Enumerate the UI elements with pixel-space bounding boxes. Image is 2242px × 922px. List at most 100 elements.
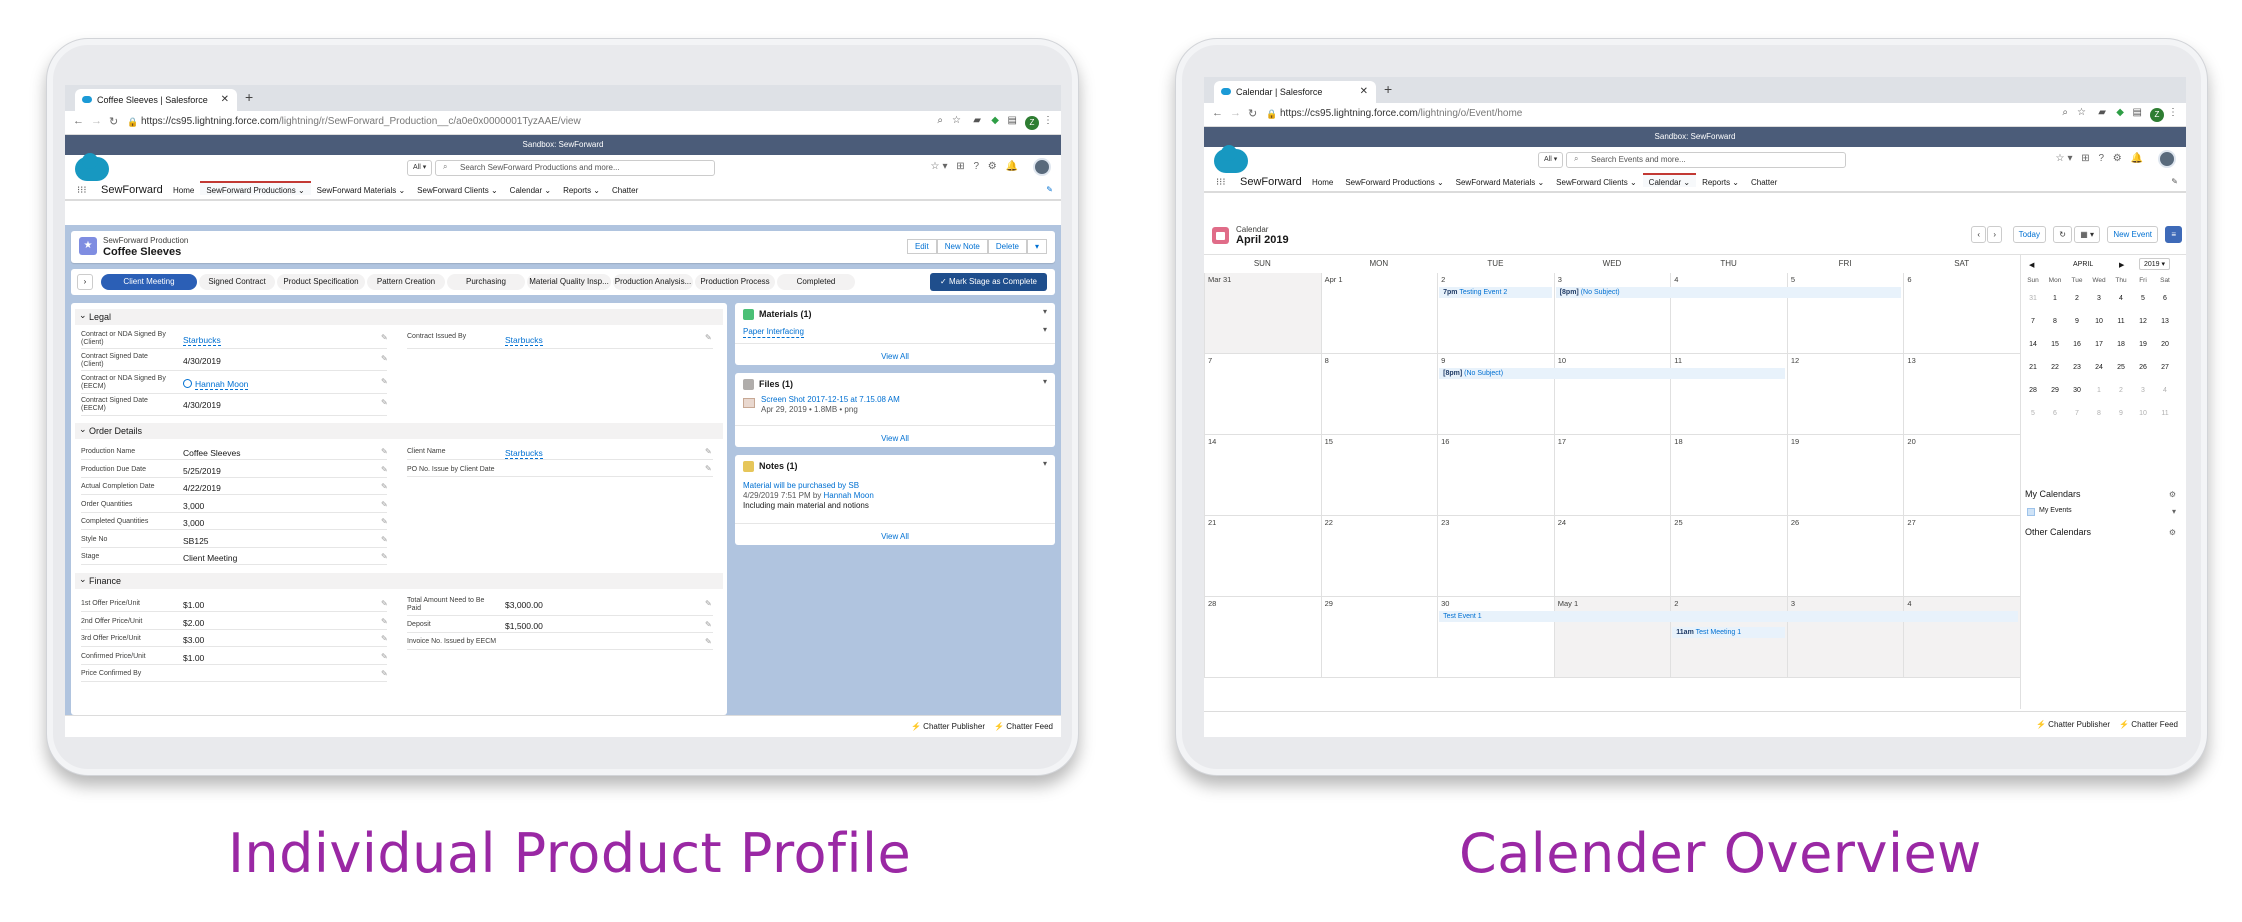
day-cell[interactable]: 4 [1670, 273, 1787, 354]
edit-pencil-icon[interactable]: ✎ [381, 482, 388, 491]
mini-day[interactable]: 22 [2045, 364, 2065, 371]
section-legal[interactable]: Legal [75, 307, 723, 325]
field-value-link[interactable]: Starbucks [505, 335, 543, 346]
edit-pencil-icon[interactable]: ✎ [381, 354, 388, 363]
mini-year-select[interactable]: 2019 ▾ [2139, 258, 2171, 270]
day-cell[interactable]: 12 [1786, 354, 1904, 435]
day-cell[interactable]: 16 [1437, 435, 1554, 516]
edit-pencil-icon[interactable]: ✎ [381, 552, 388, 561]
mini-day[interactable]: 9 [2111, 410, 2131, 417]
zoom-icon[interactable]: ⌕ [2062, 107, 2068, 118]
day-cell[interactable]: 19 [1786, 435, 1904, 516]
search-scope-select[interactable]: All ▾ [407, 160, 433, 176]
edit-nav-icon[interactable]: ✎ [2171, 177, 2178, 186]
mini-day[interactable]: 9 [2067, 318, 2087, 325]
mini-day[interactable]: 24 [2089, 364, 2109, 371]
day-cell[interactable]: 21 [1204, 516, 1321, 597]
mini-day[interactable]: 26 [2133, 364, 2153, 371]
back-icon[interactable]: ← [1212, 107, 1223, 119]
nav-materials[interactable]: SewForward Materials ⌄ [1450, 178, 1551, 187]
edit-pencil-icon[interactable]: ✎ [381, 535, 388, 544]
edit-pencil-icon[interactable]: ✎ [381, 398, 388, 407]
calendar-event[interactable]: 11am Test Meeting 1 [1672, 627, 1785, 638]
mini-day[interactable]: 30 [2067, 387, 2087, 394]
mini-day[interactable]: 4 [2111, 295, 2131, 302]
edit-pencil-icon[interactable]: ✎ [381, 333, 388, 342]
mini-day[interactable]: 2 [2111, 387, 2131, 394]
mini-day[interactable]: 1 [2089, 387, 2109, 394]
day-cell[interactable]: 25 [1670, 516, 1787, 597]
mini-day[interactable]: 13 [2155, 318, 2175, 325]
day-cell[interactable]: 5 [1786, 273, 1904, 354]
extension-puzzle-icon[interactable]: ▤ [1008, 115, 1017, 126]
edit-pencil-icon[interactable]: ✎ [381, 377, 388, 386]
edit-pencil-icon[interactable]: ✎ [381, 447, 388, 456]
chatter-publisher-button[interactable]: ⚡ Chatter Publisher [2036, 720, 2110, 729]
day-cell[interactable]: 24 [1553, 516, 1671, 597]
path-step-product-specification[interactable]: Product Specification [277, 274, 365, 290]
mini-day[interactable]: 12 [2133, 318, 2153, 325]
nav-reports[interactable]: Reports ⌄ [1696, 178, 1745, 187]
back-icon[interactable]: ← [73, 115, 84, 127]
edit-pencil-icon[interactable]: ✎ [705, 333, 712, 342]
mini-day[interactable]: 25 [2111, 364, 2131, 371]
nav-home[interactable]: Home [167, 186, 200, 195]
file-link[interactable]: Screen Shot 2017-12-15 at 7.15.08 AM [761, 395, 900, 405]
day-cell[interactable]: 8 [1320, 354, 1438, 435]
calendar-view-select[interactable]: ▦ ▾ [2074, 226, 2100, 243]
bookmark-star-icon[interactable]: ☆ [952, 115, 961, 126]
url-field[interactable]: https://cs95.lightning.force.com/lightni… [1280, 108, 1522, 119]
calendar-color-swatch[interactable] [2027, 508, 2035, 516]
day-cell[interactable]: 22 [1320, 516, 1438, 597]
close-tab-icon[interactable]: ✕ [221, 89, 229, 111]
day-cell[interactable]: 2 [1437, 273, 1554, 354]
card-menu-icon[interactable]: ▾ [1043, 377, 1047, 386]
gear-icon[interactable]: ⚙ [2169, 490, 2176, 499]
shield-extension-icon[interactable]: ◆ [991, 115, 999, 126]
prev-month-button[interactable]: ‹ [1971, 226, 1986, 243]
section-finance[interactable]: Finance [75, 571, 723, 589]
edit-pencil-icon[interactable]: ✎ [381, 500, 388, 509]
edit-pencil-icon[interactable]: ✎ [381, 669, 388, 678]
edit-pencil-icon[interactable]: ✎ [381, 517, 388, 526]
day-cell[interactable]: 27 [1903, 516, 2020, 597]
mini-day[interactable]: 8 [2089, 410, 2109, 417]
field-value-link[interactable]: Hannah Moon [195, 379, 249, 390]
day-cell[interactable]: 7 [1204, 354, 1321, 435]
nav-clients[interactable]: SewForward Clients ⌄ [1550, 178, 1643, 187]
chatter-feed-button[interactable]: ⚡ Chatter Feed [2119, 720, 2178, 729]
calendar-event[interactable]: Test Event 1 [1439, 611, 2018, 622]
mini-day[interactable]: 7 [2067, 410, 2087, 417]
mini-prev-icon[interactable]: ◀ [2029, 261, 2034, 269]
calendar-event[interactable]: 7pm Testing Event 2 [1439, 287, 1552, 298]
mini-day[interactable]: 3 [2133, 387, 2153, 394]
mini-day[interactable]: 19 [2133, 341, 2153, 348]
nav-home[interactable]: Home [1306, 178, 1339, 187]
mini-day[interactable]: 14 [2023, 341, 2043, 348]
extension-icon[interactable]: ▰ [973, 115, 981, 126]
day-cell[interactable]: 23 [1437, 516, 1554, 597]
files-view-all-link[interactable]: View All [735, 434, 1055, 443]
profile-avatar[interactable]: Z [2150, 108, 2164, 122]
mini-day[interactable]: 7 [2023, 318, 2043, 325]
mini-day[interactable]: 3 [2089, 295, 2109, 302]
app-launcher-icon[interactable]: ⁝⁝⁝ [77, 185, 87, 196]
next-month-button[interactable]: › [1987, 226, 2002, 243]
day-cell[interactable]: Apr 1 [1320, 273, 1438, 354]
search-scope-select[interactable]: All ▾ [1538, 152, 1564, 168]
more-actions-button[interactable]: ▾ [1026, 239, 1047, 254]
mini-day[interactable]: 10 [2089, 318, 2109, 325]
day-cell[interactable]: 10 [1553, 354, 1671, 435]
zoom-icon[interactable]: ⌕ [937, 115, 943, 126]
nav-productions[interactable]: SewForward Productions ⌄ [1339, 178, 1449, 187]
mini-day[interactable]: 6 [2155, 295, 2175, 302]
nav-reports[interactable]: Reports ⌄ [557, 186, 606, 195]
nav-calendar[interactable]: Calendar ⌄ [1642, 173, 1697, 187]
mini-day[interactable]: 15 [2045, 341, 2065, 348]
day-cell[interactable]: 30 [1437, 597, 1554, 678]
header-utility-icons[interactable]: ☆▾ ⊞ ? ⚙ 🔔 [931, 161, 1021, 172]
close-tab-icon[interactable]: ✕ [1360, 81, 1368, 103]
global-search-input[interactable]: Search Events and more... [1566, 152, 1846, 168]
materials-view-all-link[interactable]: View All [735, 352, 1055, 361]
user-avatar[interactable] [2158, 150, 2176, 168]
